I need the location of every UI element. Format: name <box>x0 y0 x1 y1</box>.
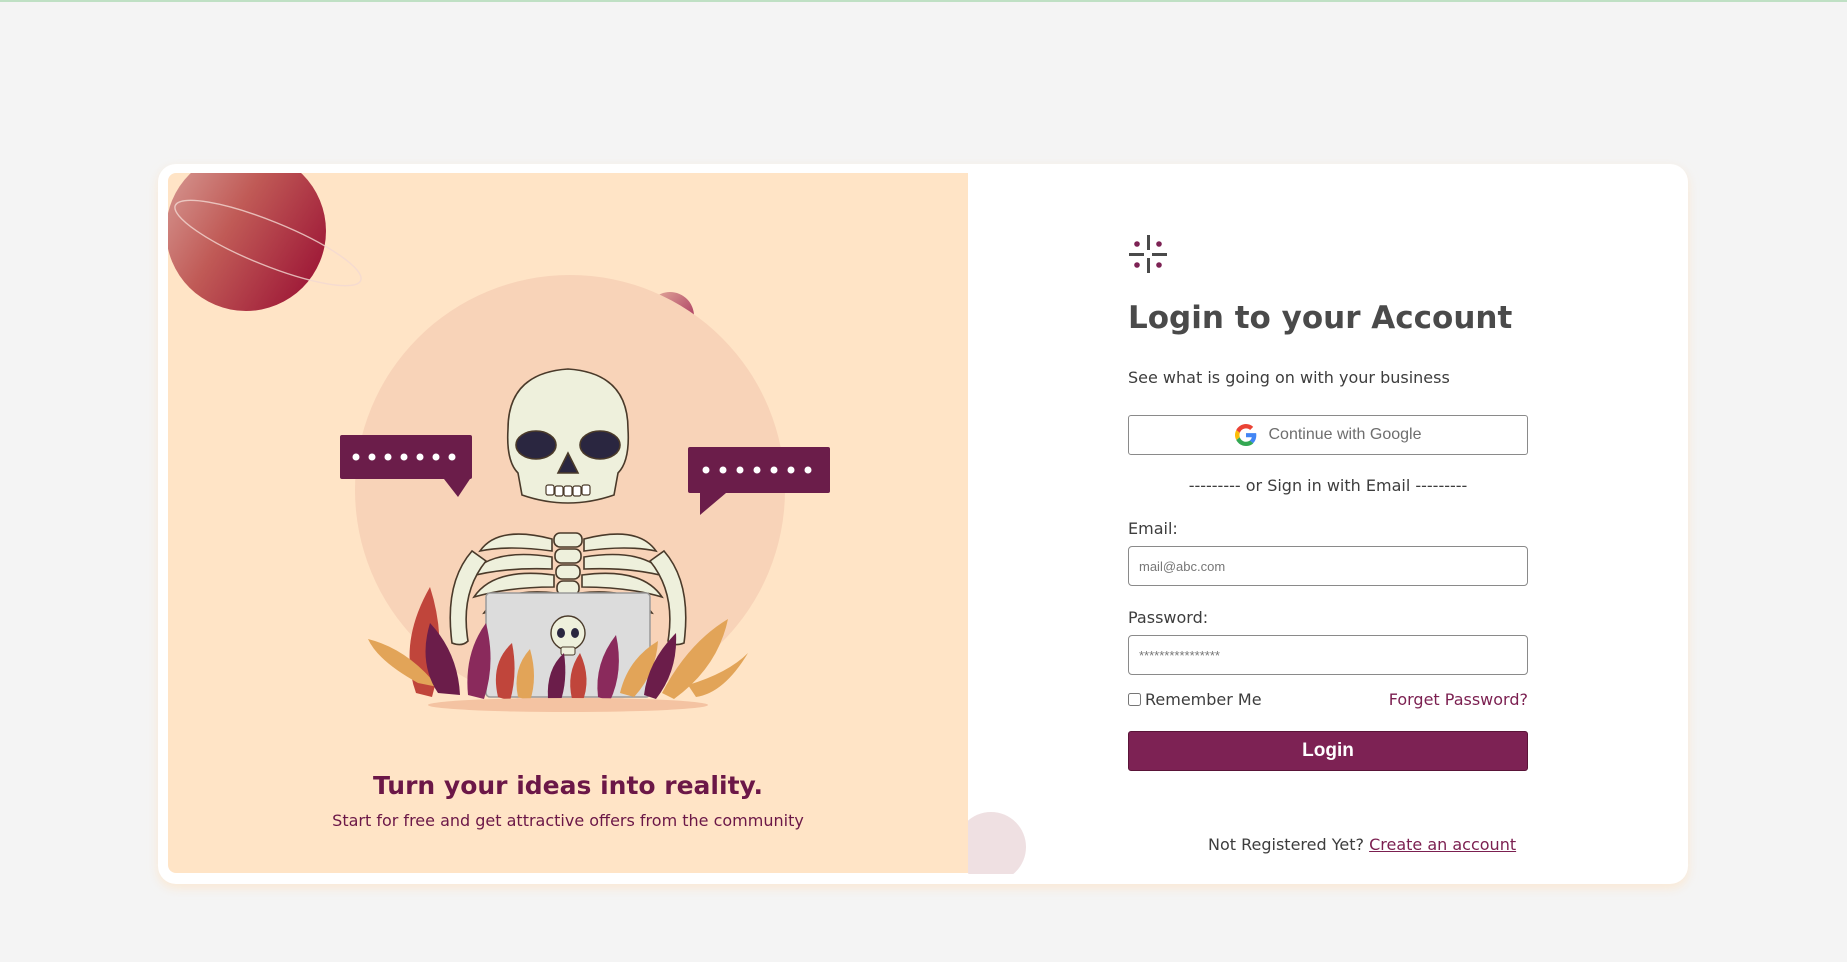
decorative-corner-shape <box>968 804 1028 874</box>
login-card: Turn your ideas into reality. Start for … <box>158 164 1688 884</box>
brand-logo-icon <box>1129 235 1167 273</box>
illustration-subtagline: Start for free and get attractive offers… <box>332 811 804 830</box>
page-subtitle: See what is going on with your business <box>1128 368 1450 387</box>
login-button[interactable]: Login <box>1128 731 1528 771</box>
email-field[interactable] <box>1128 546 1528 586</box>
google-button-label: Continue with Google <box>1268 426 1422 443</box>
register-prompt-text: Not Registered Yet? <box>1208 835 1364 854</box>
remember-me-label: Remember Me <box>1145 690 1262 709</box>
page-title: Login to your Account <box>1128 300 1513 336</box>
google-icon <box>1234 424 1256 446</box>
create-account-link[interactable]: Create an account <box>1369 835 1516 854</box>
email-divider: --------- or Sign in with Email --------… <box>1188 476 1468 495</box>
top-accent-line <box>0 0 1847 2</box>
remember-me[interactable]: Remember Me <box>1128 690 1262 709</box>
skeleton-illustration <box>168 173 830 712</box>
email-label: Email: <box>1128 519 1178 538</box>
password-label: Password: <box>1128 608 1209 627</box>
illustration-panel: Turn your ideas into reality. Start for … <box>168 173 968 873</box>
forgot-password-link[interactable]: Forget Password? <box>1389 690 1528 709</box>
planet-shape <box>168 173 326 311</box>
password-field[interactable] <box>1128 635 1528 675</box>
google-signin-button[interactable]: Continue with Google <box>1128 415 1528 455</box>
register-prompt: Not Registered Yet? Create an account <box>1208 835 1516 854</box>
illustration-tagline: Turn your ideas into reality. <box>372 771 764 800</box>
remember-me-checkbox[interactable] <box>1128 693 1141 706</box>
